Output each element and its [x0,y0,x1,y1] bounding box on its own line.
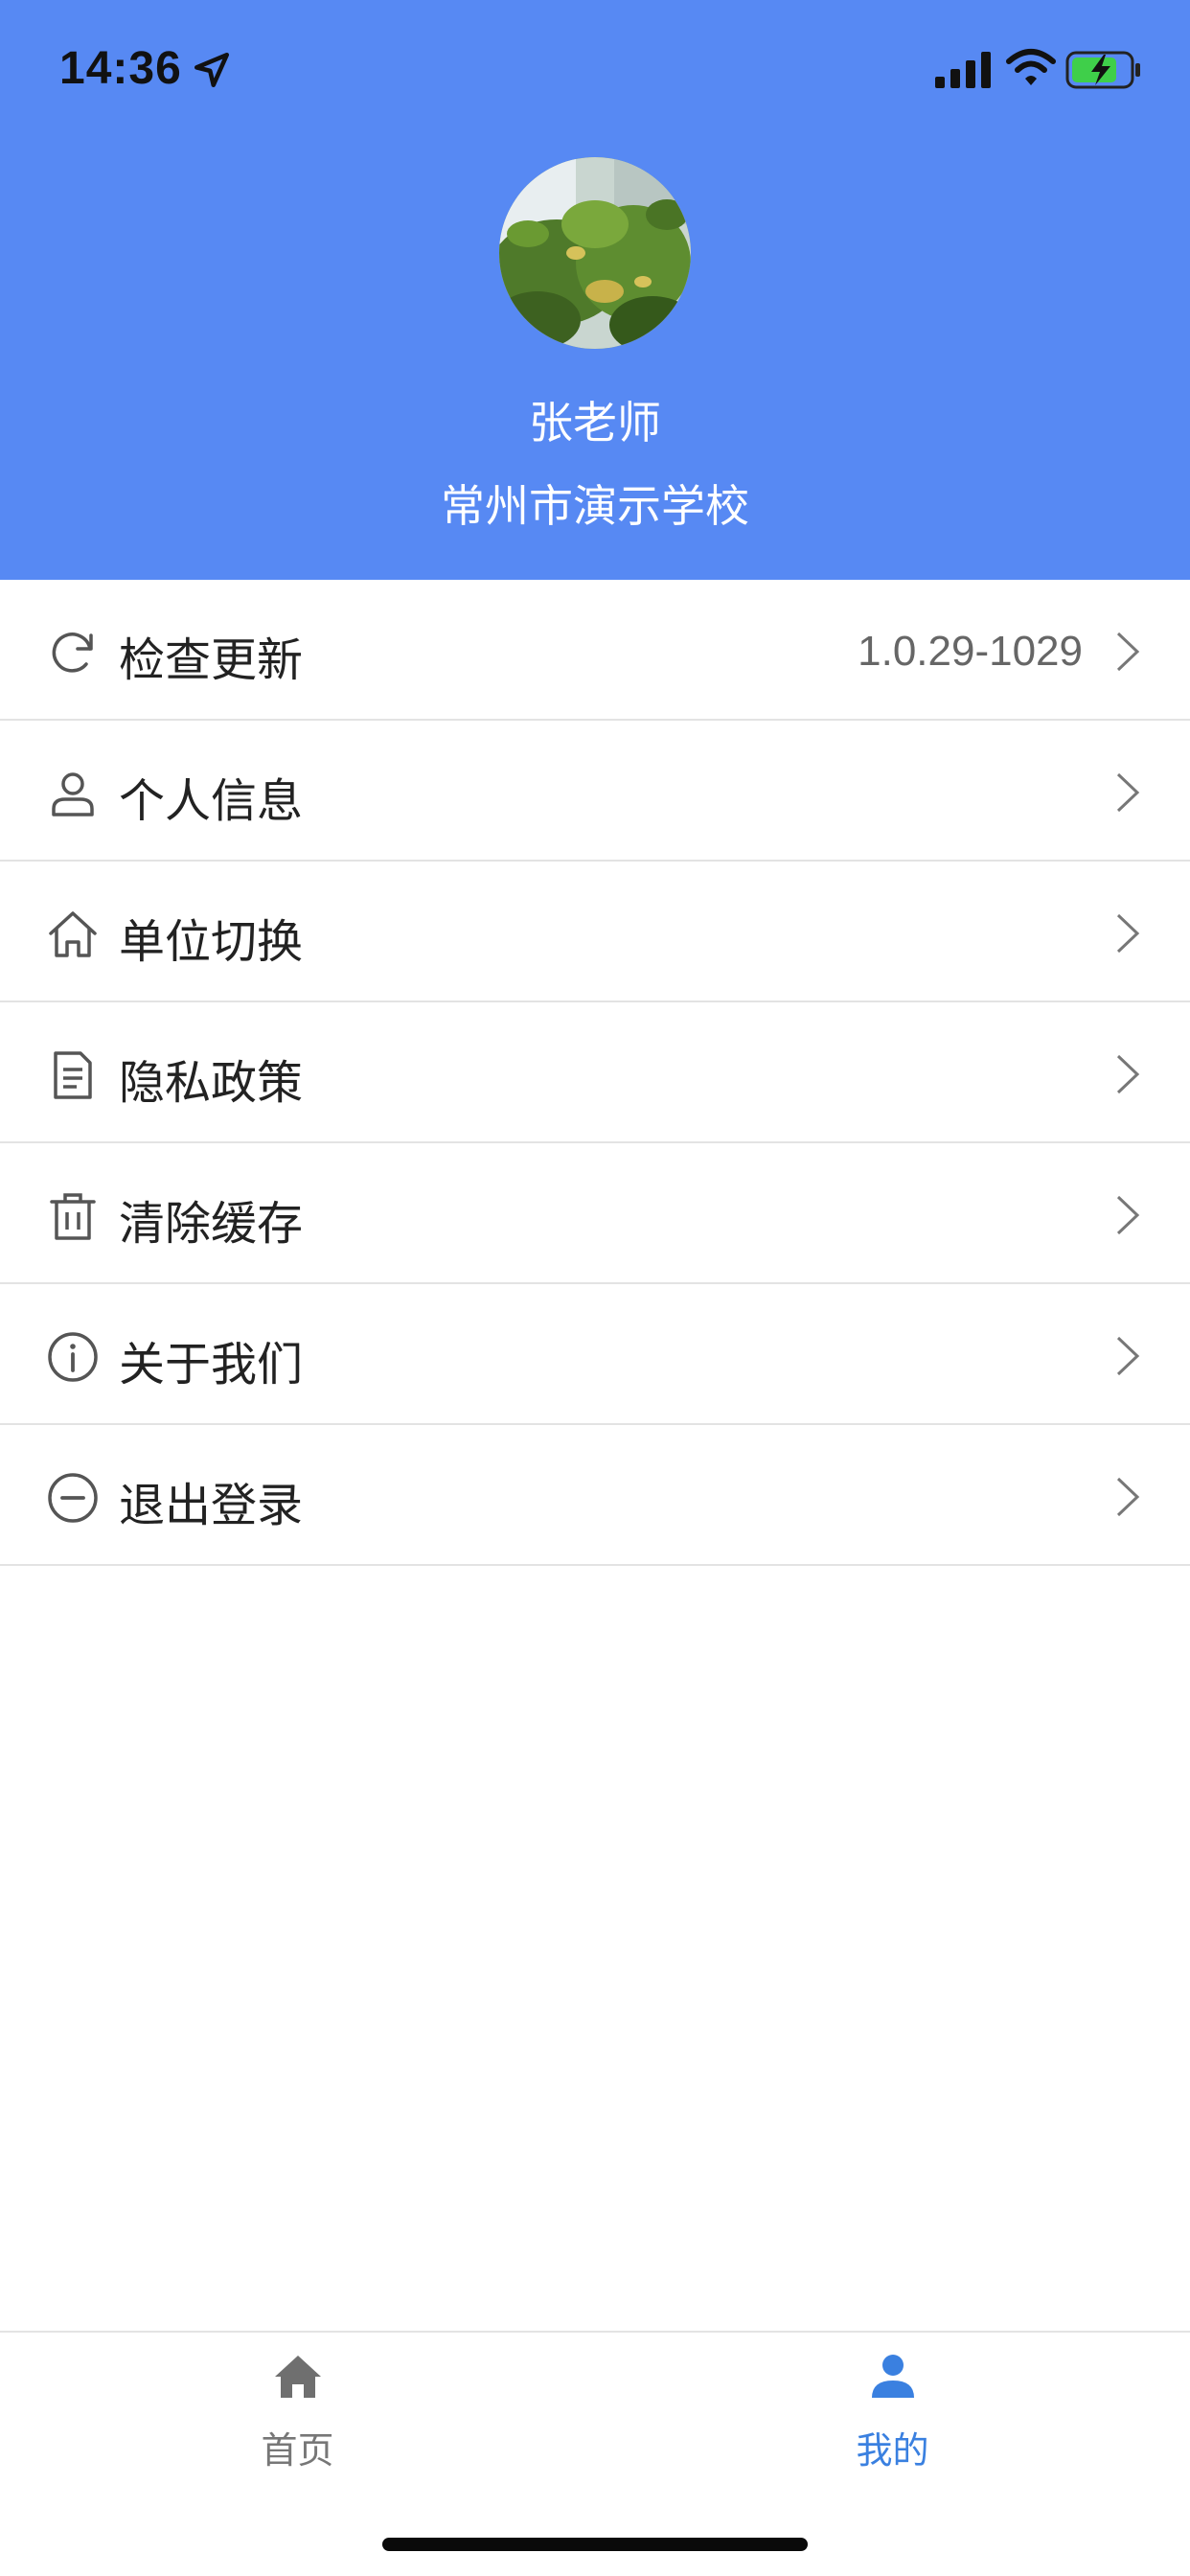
home-icon [275,2356,321,2398]
chevron-right-icon [1116,1195,1140,1235]
settings-menu: 检查更新 1.0.29-1029 个人信息 单位切换 隐私政策 清除缓存 关于我… [0,580,1190,1566]
tab-label: 我的 [856,2429,929,2472]
chevron-right-icon [1116,632,1140,672]
chevron-right-icon [1116,1477,1140,1517]
chevron-right-icon [1116,1336,1140,1376]
app-version: 1.0.29-1029 [858,628,1083,675]
status-bar: 14:36 [0,0,1190,134]
menu-item-check-update[interactable]: 检查更新 1.0.29-1029 [0,580,1190,721]
teacher-name: 张老师 [529,397,661,448]
avatar[interactable] [499,157,691,349]
minus-circle-icon [48,1473,98,1523]
tab-home[interactable]: 首页 [0,2333,595,2524]
status-time: 14:36 [59,43,182,94]
home-outline-icon [49,911,97,957]
tab-label: 首页 [261,2429,334,2472]
trash-icon [50,1193,96,1240]
document-icon [54,1051,92,1099]
menu-item-switch-unit[interactable]: 单位切换 [0,862,1190,1002]
menu-label: 单位切换 [119,915,304,969]
refresh-icon [52,632,93,673]
chevron-right-icon [1116,1054,1140,1094]
wifi-icon [1006,49,1056,85]
user-icon [52,772,94,816]
battery-charging-icon [1065,51,1140,89]
menu-label: 个人信息 [119,774,304,828]
avatar-plant-image [499,157,691,349]
chevron-right-icon [1116,913,1140,954]
profile-header: 14:36 张老师 常州市演示学校 [0,0,1190,580]
cellular-signal-icon [935,52,991,88]
menu-label: 隐私政策 [119,1056,304,1110]
menu-item-privacy-policy[interactable]: 隐私政策 [0,1002,1190,1143]
info-icon [48,1332,98,1382]
menu-item-about-us[interactable]: 关于我们 [0,1284,1190,1425]
chevron-right-icon [1116,772,1140,813]
menu-label: 退出登录 [119,1479,304,1532]
menu-label: 关于我们 [119,1338,304,1392]
menu-item-clear-cache[interactable]: 清除缓存 [0,1143,1190,1284]
home-indicator[interactable] [382,2538,808,2551]
location-arrow-icon [194,52,230,88]
person-icon [872,2355,914,2398]
tab-mine[interactable]: 我的 [595,2333,1190,2524]
menu-item-personal-info[interactable]: 个人信息 [0,721,1190,862]
menu-label: 清除缓存 [119,1197,304,1251]
menu-item-logout[interactable]: 退出登录 [0,1425,1190,1566]
school-name: 常州市演示学校 [441,480,749,532]
menu-label: 检查更新 [119,633,304,687]
